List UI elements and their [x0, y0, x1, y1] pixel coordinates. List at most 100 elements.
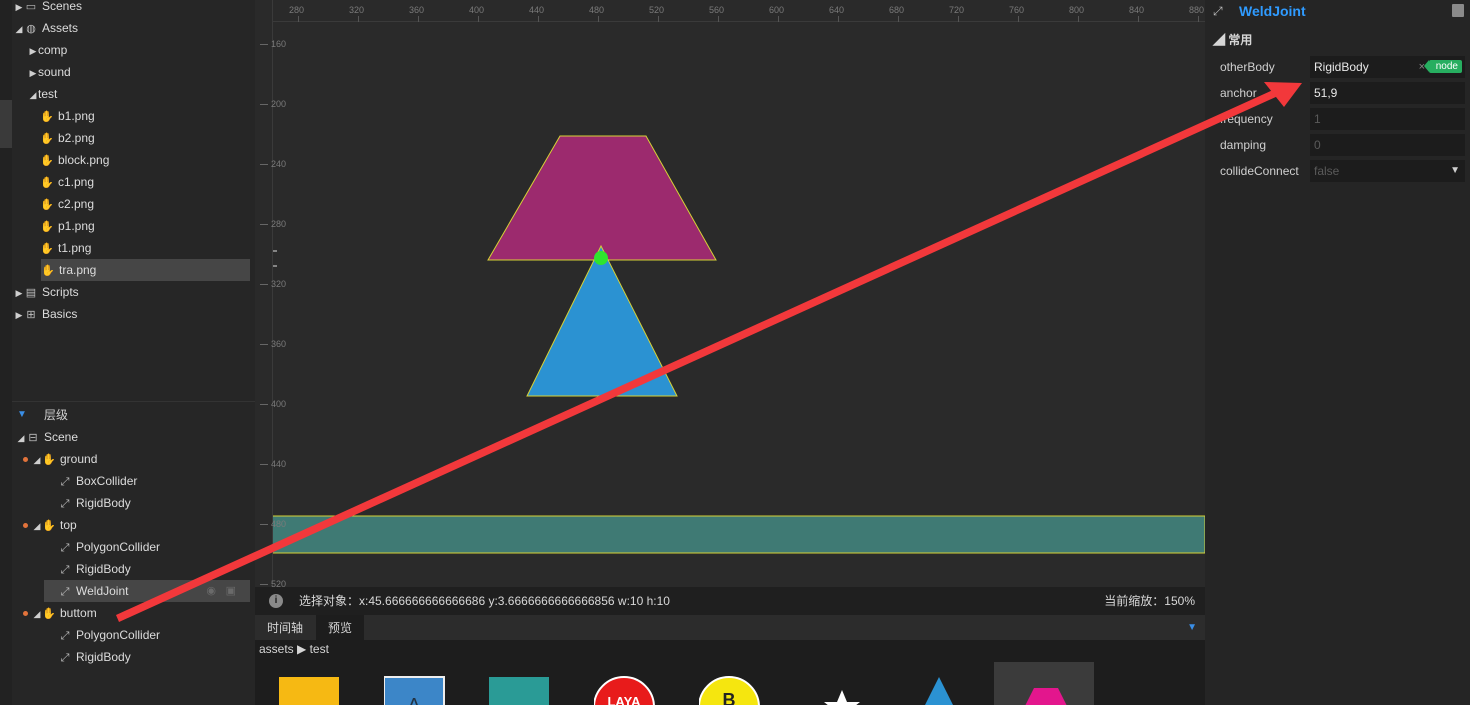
scrollbar-thumb[interactable] — [0, 100, 12, 148]
scene-canvas[interactable] — [255, 0, 1205, 587]
prop-field-damping[interactable]: 0 — [1310, 134, 1465, 156]
asset-label: c1.png — [58, 175, 95, 189]
expand-arrow-icon[interactable]: ▶ — [28, 40, 38, 62]
left-scrollbar[interactable] — [0, 0, 12, 705]
asset-item[interactable]: ✋ t1.png — [40, 237, 91, 259]
hierarchy-header[interactable]: ▼ 层级 — [12, 404, 255, 426]
asset-thumb-yellow-circle-b[interactable]: B — [698, 662, 799, 705]
asset-item[interactable]: ✋ p1.png — [40, 215, 95, 237]
triangle-shape[interactable] — [526, 244, 678, 397]
asset-item[interactable]: ✋ tra.png — [41, 259, 250, 281]
ruler-tick — [260, 524, 268, 525]
asset-item[interactable]: ▶ ▭ Scenes — [14, 0, 83, 18]
asset-item[interactable]: ◢ test — [28, 83, 58, 106]
expand-arrow-icon[interactable]: ◢ — [32, 449, 42, 471]
asset-label: c2.png — [58, 197, 95, 211]
prop-label-anchor: anchor — [1220, 86, 1257, 100]
save-icon[interactable] — [1452, 4, 1464, 17]
assets-breadcrumb[interactable]: assets ▶ test — [259, 642, 329, 656]
asset-item[interactable]: ✋ c1.png — [40, 171, 94, 193]
ruler-tick — [478, 16, 479, 22]
lock-icon[interactable]: ▣ — [226, 580, 236, 602]
svg-text:LAYA: LAYA — [607, 694, 641, 705]
asset-item[interactable]: ▶ ▤ Scripts — [14, 281, 79, 303]
expand-arrow-icon[interactable]: ◢ — [32, 515, 42, 537]
hierarchy-item[interactable]: ◢ ✋ buttom — [32, 602, 97, 624]
hierarchy-item[interactable]: ⤢ RigidBody — [58, 492, 131, 514]
ruler-tick-label: 560 — [709, 5, 725, 15]
hierarchy-item[interactable]: ◢ ✋ ground — [32, 448, 98, 471]
tab-timeline[interactable]: 时间轴 — [255, 615, 315, 640]
sprite-icon: ✋ — [42, 520, 56, 532]
ruler-tick-label: 880 — [1189, 5, 1205, 15]
hierarchy-item[interactable]: ⤢ RigidBody — [58, 558, 131, 580]
asset-label: b2.png — [58, 131, 95, 145]
expand-arrow-icon[interactable]: ▶ — [28, 62, 38, 84]
node-badge: node — [1423, 60, 1462, 73]
component-icon: ⤢ — [60, 542, 70, 554]
asset-item[interactable]: ◢ ◍ Assets — [14, 17, 78, 39]
expand-arrow-icon[interactable]: ▶ — [14, 282, 24, 304]
hierarchy-item[interactable]: ◢ ✋ top — [32, 514, 77, 536]
hierarchy-item[interactable]: ⤢ PolygonCollider — [58, 624, 160, 646]
grid-icon: ⊞ — [26, 309, 36, 321]
asset-thumb-pink-hexagon[interactable] — [994, 662, 1094, 705]
prop-field-frequency[interactable]: 1 — [1310, 108, 1465, 130]
expand-arrow-icon[interactable]: ▶ — [14, 0, 24, 18]
dropdown-icon[interactable]: ▼ — [1187, 622, 1197, 633]
asset-thumb-yellow-square[interactable] — [279, 662, 379, 705]
asset-label: tra.png — [59, 263, 97, 277]
dropdown-arrow-icon[interactable]: ▼ — [1450, 160, 1460, 182]
expand-arrow-icon[interactable]: ◢ — [32, 603, 42, 625]
prop-field-collideConnect[interactable]: false ▼ — [1310, 160, 1465, 182]
asset-thumb-teal-square[interactable] — [489, 662, 589, 705]
group-header[interactable]: ◢ 常用 — [1213, 31, 1252, 48]
ruler-tick — [260, 344, 268, 345]
component-icon: ⤢ — [60, 630, 70, 642]
ruler-tick-label: 400 — [271, 399, 287, 409]
asset-label: p1.png — [58, 219, 95, 233]
ruler-tick — [260, 44, 268, 45]
ruler-left: 160 200 240 280 320 360 400 440 480 520 — [255, 0, 286, 587]
ruler-tick — [778, 16, 779, 22]
prop-field-anchor[interactable]: 51,9 — [1310, 82, 1465, 104]
prop-value: false — [1314, 164, 1340, 178]
expand-arrow-icon[interactable]: ◢ — [16, 427, 26, 449]
asset-item[interactable]: ✋ c2.png — [40, 193, 94, 215]
component-icon: ⤢ — [60, 564, 70, 576]
hierarchy-item[interactable]: ⤢ PolygonCollider — [58, 536, 160, 558]
expand-arrow-icon[interactable]: ◢ — [28, 84, 38, 106]
ground-shape[interactable] — [255, 515, 1205, 554]
hierarchy-label: WeldJoint — [76, 584, 129, 598]
trapezoid-shape[interactable] — [487, 135, 717, 261]
asset-label: Basics — [42, 307, 78, 321]
asset-item[interactable]: ✋ block.png — [40, 149, 109, 171]
prop-field-otherBody[interactable]: RigidBody × node — [1310, 56, 1465, 78]
asset-item[interactable]: ✋ b2.png — [40, 127, 95, 149]
collapse-icon[interactable]: ▼ — [17, 404, 27, 426]
tab-preview[interactable]: 预览 — [316, 615, 365, 640]
image-icon: ✋ — [40, 221, 54, 233]
expand-arrow-icon[interactable]: ▶ — [14, 304, 24, 326]
visibility-icon[interactable]: ◉ — [206, 580, 216, 602]
hierarchy-item[interactable]: ⤢ WeldJoint ◉ ▣ — [44, 580, 250, 602]
hierarchy-item[interactable]: ◢ ⊟ Scene — [16, 426, 79, 449]
globe-icon: ◍ — [26, 23, 36, 35]
asset-item[interactable]: ▶ comp — [28, 39, 68, 62]
ruler-tick — [260, 224, 268, 225]
asset-thumb-red-circle-logo[interactable]: LAYA — [593, 662, 694, 705]
asset-item[interactable]: ✋ b1.png — [40, 105, 95, 127]
scene-viewport[interactable]: 280 320 360 400 440 480 520 560 600 640 680 720 760 8… — [255, 0, 1205, 587]
hierarchy-item[interactable]: ⤢ BoxCollider — [58, 470, 138, 492]
prop-value: 1 — [1314, 112, 1321, 126]
anchor-point[interactable] — [594, 251, 608, 265]
expand-arrow-icon[interactable]: ◢ — [14, 18, 24, 40]
asset-thumb-blue-square-a[interactable]: A — [383, 662, 484, 705]
sprite-icon: ✋ — [42, 608, 56, 620]
divider — [12, 401, 255, 402]
hierarchy-item[interactable]: ⤢ RigidBody — [58, 646, 131, 668]
ruler-tick — [260, 584, 268, 585]
asset-item[interactable]: ▶ ⊞ Basics — [14, 303, 78, 326]
asset-item[interactable]: ▶ sound — [28, 61, 71, 83]
asset-thumb-white-star[interactable] — [804, 662, 904, 705]
